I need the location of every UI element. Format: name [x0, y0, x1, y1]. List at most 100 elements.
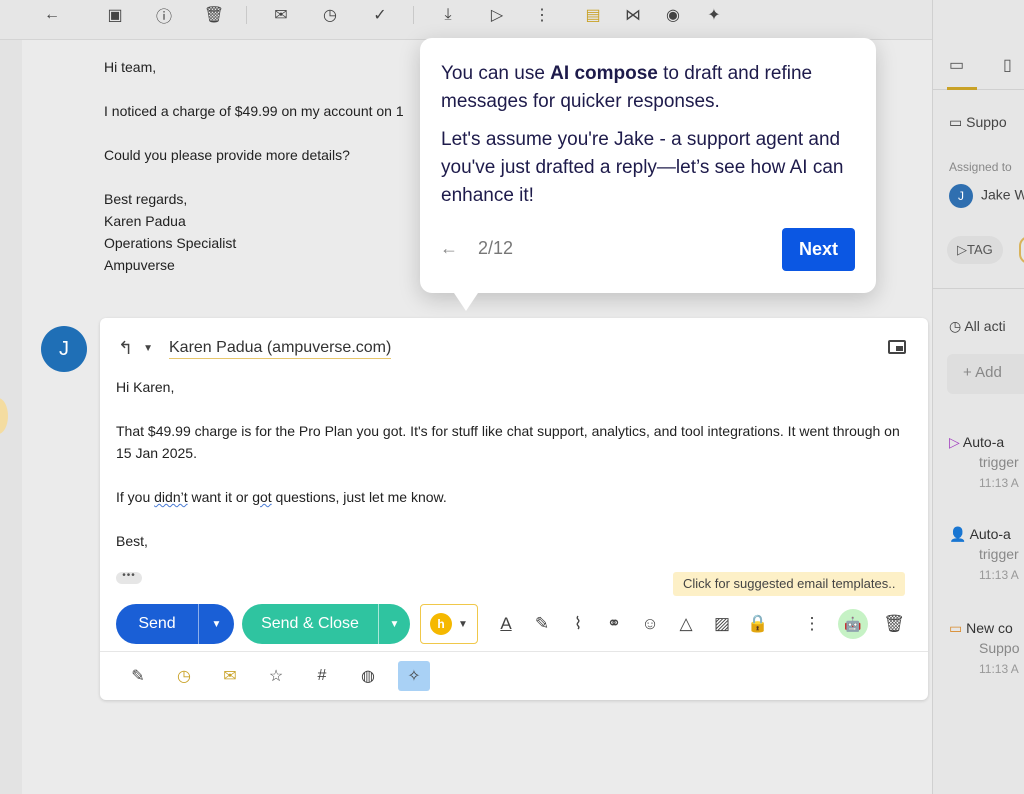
avatar: J — [41, 326, 87, 372]
reply-icon[interactable]: ↰ — [118, 338, 133, 359]
add-activity-button[interactable]: + Add — [947, 354, 1024, 394]
more-options-icon[interactable]: ⋮ — [794, 606, 830, 642]
add-label: Add — [975, 364, 1002, 381]
compose-body[interactable]: Hi Karen, That $49.99 charge is for the … — [116, 376, 906, 574]
send-button-group: Send ▼ — [116, 604, 234, 644]
snooze-icon[interactable]: ◷ — [319, 4, 341, 26]
email-line: Could you please provide more details? — [104, 147, 350, 163]
next-button[interactable]: Next — [782, 228, 855, 271]
forward-extension-icon[interactable]: ▤ — [582, 4, 604, 26]
activity-time: 11:13 A — [979, 568, 1019, 582]
inbox-name: Suppo — [966, 114, 1007, 130]
globe-icon[interactable]: ◍ — [352, 661, 384, 691]
send-options-chevron-icon[interactable]: ▼ — [198, 604, 234, 644]
drive-icon[interactable]: △ — [668, 606, 704, 642]
activity-title: New co — [966, 620, 1013, 636]
contact-tab-icon[interactable]: ▯ — [1003, 55, 1012, 75]
compose-extra-toolbar: ✎ ◷ ✉ ☆ # ◍ ✧ — [100, 651, 928, 700]
assignee-avatar: J — [949, 184, 973, 208]
activity-time: 11:13 A — [979, 476, 1019, 490]
discard-draft-icon[interactable]: 🗑 — [876, 606, 912, 642]
back-arrow-icon[interactable]: ← — [41, 4, 63, 26]
send-close-button-group: Send & Close ▼ — [242, 604, 410, 644]
text-format-icon[interactable]: A — [488, 606, 524, 642]
inbox-tab-icon[interactable]: ▭ — [949, 55, 964, 75]
popout-icon[interactable] — [888, 340, 906, 354]
previous-step-arrow-icon[interactable]: ← — [440, 238, 458, 259]
share-icon[interactable]: ⋈ — [622, 4, 644, 26]
assignee[interactable]: J Jake W — [949, 184, 1024, 208]
show-trimmed-content-button[interactable]: ••• — [116, 571, 142, 584]
activity-title: Auto-a — [962, 434, 1005, 450]
spell-flag[interactable]: got — [252, 489, 271, 505]
recipient[interactable]: Karen Padua (ampuverse.com) — [169, 339, 392, 359]
activity-sub: trigger — [979, 454, 1019, 470]
tag-icon: ▷ — [949, 434, 963, 450]
send-close-chevron-icon[interactable]: ▼ — [378, 604, 410, 644]
step-counter: 2/12 — [478, 238, 514, 258]
edit-note-icon[interactable]: ✎ — [122, 661, 154, 691]
body-closing: Best, — [116, 533, 148, 549]
plus-icon: + — [963, 364, 976, 381]
attach-icon[interactable]: ⌇ — [560, 606, 596, 642]
add-task-icon[interactable]: ✓ — [369, 4, 391, 26]
signature-line: Ampuverse — [104, 257, 175, 273]
tag-chip[interactable]: ▷TAG — [947, 236, 1003, 264]
email-line: I noticed a charge of $49.99 on my accou… — [104, 103, 404, 119]
history-icon: ◷ — [949, 318, 965, 334]
ai-compose-icon[interactable]: ✧ — [398, 661, 430, 691]
spell-flag[interactable]: didn’t — [154, 489, 187, 505]
schedule-icon[interactable]: ◷ — [168, 661, 200, 691]
text-run: want it or — [187, 489, 253, 505]
ai-pen-icon[interactable]: ✎ — [524, 606, 560, 642]
hashtag-icon[interactable]: # — [306, 661, 338, 691]
tag-chip-secondary[interactable] — [1019, 236, 1024, 264]
email-greeting: Hi team, — [104, 59, 157, 75]
send-and-close-button[interactable]: Send & Close — [242, 604, 378, 644]
label-icon[interactable]: ▷ — [486, 4, 508, 26]
extension-menu-button[interactable]: h ▼ — [420, 604, 478, 644]
eye-icon[interactable]: ◉ — [662, 4, 684, 26]
track-mail-icon[interactable]: ✉ — [214, 661, 246, 691]
popover-detail: Let's assume you're Jake - a support age… — [441, 129, 844, 206]
text-run: If you — [116, 489, 155, 505]
chevron-down-icon[interactable]: ▼ — [143, 343, 153, 354]
inbox-row[interactable]: ▭ Suppo — [949, 114, 1007, 131]
active-tab-indicator — [947, 87, 977, 90]
activity-sub: Suppo — [979, 640, 1020, 656]
star-icon[interactable]: ☆ — [260, 661, 292, 691]
activity-item[interactable]: ▭ New co Suppo 11:13 A — [949, 618, 1019, 679]
tag-icon: ▷ — [957, 242, 967, 257]
ai-bot-icon[interactable]: 🤖 — [838, 609, 868, 639]
emoji-icon[interactable]: ☺ — [632, 606, 668, 642]
magic-wand-icon[interactable]: ✦ — [703, 4, 725, 26]
toolbar-divider — [246, 6, 247, 24]
inbox-icon: ▭ — [949, 114, 967, 130]
left-rail — [0, 0, 22, 794]
activity-item[interactable]: ▷ Auto-a trigger 11:13 A — [949, 432, 1019, 493]
feature-name: AI compose — [550, 63, 658, 84]
email-signature: Best regards, Karen Padua Operations Spe… — [104, 188, 404, 276]
mark-unread-icon[interactable]: ✉ — [270, 4, 292, 26]
body-paragraph: That $49.99 charge is for the Pro Plan y… — [116, 423, 900, 461]
text-run: You can use — [441, 63, 551, 84]
activity-sub: trigger — [979, 546, 1019, 562]
send-button[interactable]: Send — [116, 604, 198, 644]
activity-header[interactable]: ◷ All acti — [949, 318, 1006, 335]
extension-logo-icon: h — [430, 613, 453, 635]
link-icon[interactable]: ⚭ — [596, 606, 632, 642]
inbox-icon: ▭ — [949, 620, 967, 636]
move-to-icon[interactable]: ⤓ — [437, 4, 459, 26]
archive-icon[interactable]: ▣ — [104, 4, 126, 26]
tag-label: TAG — [967, 242, 993, 257]
activity-time: 11:13 A — [979, 662, 1019, 676]
activity-item[interactable]: 👤 Auto-a trigger 11:13 A — [949, 524, 1019, 585]
image-icon[interactable]: ▨ — [704, 606, 740, 642]
more-vert-icon[interactable]: ⋮ — [531, 4, 553, 26]
confidential-lock-icon[interactable]: 🔒 — [740, 606, 776, 642]
report-icon[interactable]: ⓘ — [153, 4, 175, 26]
original-email: Hi team, I noticed a charge of $49.99 on… — [104, 56, 404, 276]
delete-icon[interactable]: 🗑 — [203, 4, 225, 26]
onboarding-popover: You can use AI compose to draft and refi… — [420, 38, 876, 311]
reply-compose: ↰ ▼ Karen Padua (ampuverse.com) Hi Karen… — [100, 318, 928, 700]
